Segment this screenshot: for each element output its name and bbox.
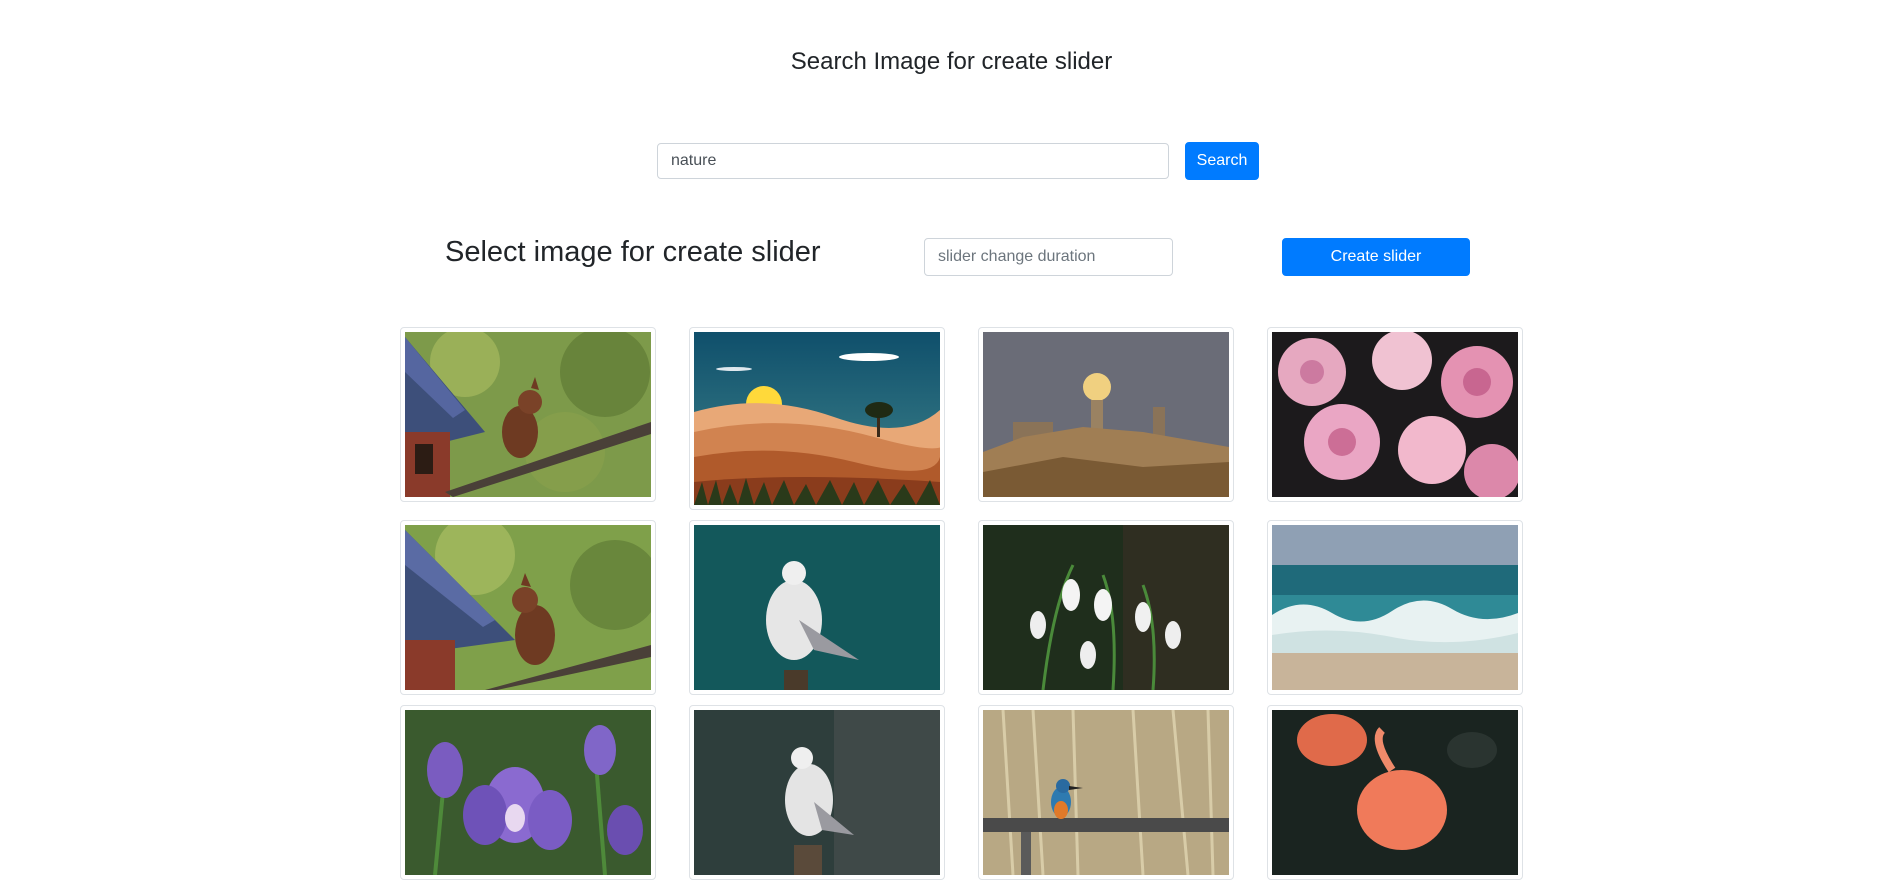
slider-duration-input[interactable] xyxy=(924,238,1173,276)
seagull-photo xyxy=(694,525,940,690)
gallery-image-flamingo[interactable] xyxy=(1267,705,1523,880)
squirrel-eating-photo xyxy=(405,525,651,690)
select-image-heading: Select image for create slider xyxy=(445,236,821,268)
gallery-image-kingfisher[interactable] xyxy=(978,705,1234,880)
create-slider-button[interactable]: Create slider xyxy=(1282,238,1470,276)
search-input[interactable] xyxy=(657,143,1169,179)
gallery-image-roses[interactable] xyxy=(1267,327,1523,502)
gallery-image-seagull[interactable] xyxy=(689,520,945,695)
desert-sunset-illustration xyxy=(694,332,940,505)
gallery-image-iris[interactable] xyxy=(400,705,656,880)
ocean-waves-photo xyxy=(1272,525,1518,690)
kingfisher-photo xyxy=(983,710,1229,875)
gallery-image-squirrel[interactable] xyxy=(400,327,656,502)
moon-castle-photo xyxy=(983,332,1229,497)
gallery-image-squirrel-eating[interactable] xyxy=(400,520,656,695)
page-title: Search Image for create slider xyxy=(790,48,1113,75)
gallery-image-moon-castle[interactable] xyxy=(978,327,1234,502)
gallery-image-snowdrops[interactable] xyxy=(978,520,1234,695)
gallery-image-seagull-post[interactable] xyxy=(689,705,945,880)
seagull-on-post-photo xyxy=(694,710,940,875)
gallery-image-ocean-waves[interactable] xyxy=(1267,520,1523,695)
search-bar: Search xyxy=(657,142,1259,180)
squirrel-photo xyxy=(405,332,651,497)
gallery-image-desert-sunset[interactable] xyxy=(689,327,945,510)
search-button[interactable]: Search xyxy=(1185,142,1259,180)
page: Search Image for create slider Search Se… xyxy=(0,0,1903,880)
purple-iris-photo xyxy=(405,710,651,875)
flamingo-photo xyxy=(1272,710,1518,875)
pink-roses-photo xyxy=(1272,332,1518,497)
snowdrops-photo xyxy=(983,525,1229,690)
